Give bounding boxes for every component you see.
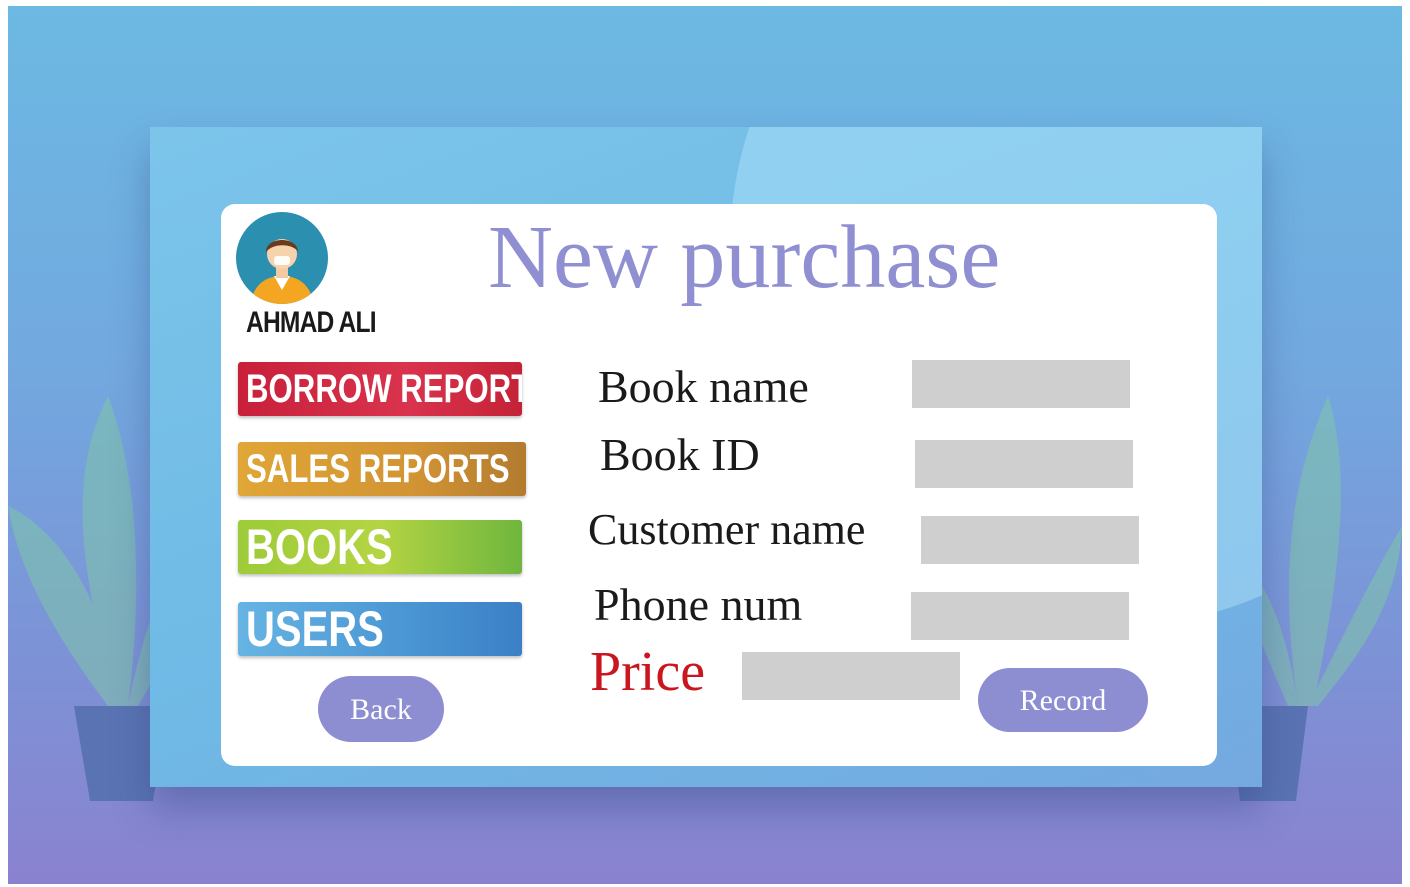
avatar bbox=[236, 212, 328, 304]
sidebar-item-label: BOOKS bbox=[246, 520, 393, 574]
sidebar-item-borrow-reports[interactable]: BORROW REPORTS bbox=[238, 362, 522, 416]
price-label: Price bbox=[590, 641, 706, 703]
back-button[interactable]: Back bbox=[318, 676, 444, 742]
book-name-field[interactable] bbox=[912, 360, 1130, 408]
user-avatar-icon bbox=[250, 239, 314, 304]
book-id-field[interactable] bbox=[915, 440, 1133, 488]
customer-name-field[interactable] bbox=[921, 516, 1139, 564]
record-button[interactable]: Record bbox=[978, 668, 1148, 732]
book-id-label: Book ID bbox=[600, 429, 760, 480]
sidebar-item-label: BORROW REPORTS bbox=[246, 367, 522, 411]
customer-name-label: Customer name bbox=[588, 505, 866, 554]
book-name-label: Book name bbox=[598, 361, 809, 412]
sidebar-item-label: USERS bbox=[246, 602, 384, 656]
user-name: AHMAD ALI bbox=[246, 306, 377, 339]
sidebar-item-sales-reports[interactable]: SALES REPORTS bbox=[238, 442, 526, 496]
phone-field[interactable] bbox=[911, 592, 1129, 640]
sidebar-item-books[interactable]: BOOKS bbox=[238, 520, 522, 574]
phone-label: Phone num bbox=[594, 579, 803, 630]
sidebar-item-label: SALES REPORTS bbox=[246, 447, 510, 491]
sidebar-item-users[interactable]: USERS bbox=[238, 602, 522, 656]
page-title: New purchase bbox=[488, 208, 1001, 307]
price-field[interactable] bbox=[742, 652, 960, 700]
